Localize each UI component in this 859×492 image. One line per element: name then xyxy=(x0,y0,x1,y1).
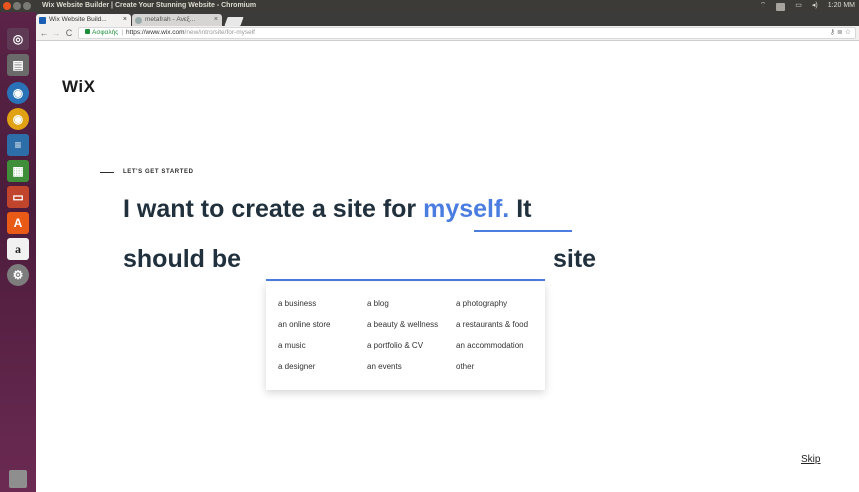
ubuntu-dash-icon[interactable]: ◎ xyxy=(7,28,29,50)
system-top-panel: Wix Website Builder | Create Your Stunni… xyxy=(0,0,859,12)
minimize-window-button[interactable] xyxy=(13,2,21,10)
option-a-photography[interactable]: a photography xyxy=(456,299,507,308)
chrome-icon[interactable]: ◉ xyxy=(7,108,29,130)
writer-icon[interactable]: ≡ xyxy=(7,134,29,156)
unity-launcher: ◎ ▤ ◉ ◉ ≡ ▦ ▭ A a ⚙ xyxy=(0,12,36,492)
tab-label: metafrah - Ανεξ... xyxy=(145,16,196,23)
headline-line-2-suffix: site xyxy=(553,245,597,273)
back-button[interactable]: ← xyxy=(39,27,49,40)
tab-metafrah[interactable]: metafrah - Ανεξ... × xyxy=(132,14,222,26)
window-controls xyxy=(3,2,31,10)
calc-icon[interactable]: ▦ xyxy=(7,160,29,182)
site-type-input[interactable] xyxy=(266,279,545,281)
tab-wix[interactable]: Wix Website Build... × xyxy=(36,14,131,26)
trash-icon[interactable] xyxy=(9,470,27,488)
google-favicon-icon xyxy=(135,17,142,24)
option-other[interactable]: other xyxy=(456,362,474,371)
site-for-underline xyxy=(474,230,572,232)
new-tab-button[interactable] xyxy=(224,17,244,26)
option-a-beauty-wellness[interactable]: a beauty & wellness xyxy=(367,320,438,329)
browser-toolbar: ← → C Ασφαλής | https://www.wix.com/new/in… xyxy=(36,26,859,41)
close-tab-icon[interactable]: × xyxy=(214,14,218,26)
eyebrow: LET'S GET STARTED xyxy=(100,169,194,175)
files-icon[interactable]: ▤ xyxy=(7,54,29,76)
volume-icon[interactable]: ◂) xyxy=(812,0,818,12)
window-title: Wix Website Builder | Create Your Stunni… xyxy=(42,2,257,9)
wifi-icon[interactable]: ⌔ xyxy=(760,0,767,12)
option-a-portfolio-cv[interactable]: a portfolio & CV xyxy=(367,341,423,350)
battery-icon[interactable]: ▭ xyxy=(795,0,802,12)
eyebrow-text: LET'S GET STARTED xyxy=(123,169,194,175)
lock-icon xyxy=(85,29,90,34)
page-content: WiX LET'S GET STARTED I want to create a… xyxy=(36,42,859,492)
reload-button[interactable]: C xyxy=(64,27,74,40)
url-separator: | xyxy=(121,29,124,36)
site-type-dropdown: a business a blog a photography an onlin… xyxy=(266,282,545,390)
skip-link[interactable]: Skip xyxy=(801,454,820,465)
bookmark-star-icon[interactable]: ⚷ ≣ ☆ xyxy=(830,28,851,38)
option-an-events[interactable]: an events xyxy=(367,362,402,371)
software-center-icon[interactable]: A xyxy=(7,212,29,234)
keyboard-icon[interactable] xyxy=(776,3,786,11)
headline-prefix: I want to create a site for xyxy=(123,195,417,223)
option-a-restaurants-food[interactable]: a restaurants & food xyxy=(456,320,528,329)
wix-favicon-icon xyxy=(39,17,46,24)
forward-button[interactable]: → xyxy=(51,27,61,40)
close-window-button[interactable] xyxy=(3,2,11,10)
browser-tabstrip: Wix Website Build... × metafrah - Ανεξ..… xyxy=(36,12,859,26)
headline: I want to create a site for myself. It xyxy=(123,194,532,224)
chromium-icon[interactable]: ◉ xyxy=(7,82,29,104)
option-an-accommodation[interactable]: an accommodation xyxy=(456,341,524,350)
address-bar[interactable]: Ασφαλής | https://www.wix.com/new/intro/si… xyxy=(78,27,856,39)
option-an-online-store[interactable]: an online store xyxy=(278,320,330,329)
url-host: https://www.wix.com xyxy=(126,29,185,36)
headline-suffix: It xyxy=(516,195,532,223)
wix-logo[interactable]: WiX xyxy=(62,77,95,97)
option-a-music[interactable]: a music xyxy=(278,341,306,350)
impress-icon[interactable]: ▭ xyxy=(7,186,29,208)
option-a-designer[interactable]: a designer xyxy=(278,362,315,371)
maximize-window-button[interactable] xyxy=(23,2,31,10)
option-a-business[interactable]: a business xyxy=(278,299,316,308)
settings-icon[interactable]: ⚙ xyxy=(7,264,29,286)
amazon-icon[interactable]: a xyxy=(7,238,29,260)
tab-label: Wix Website Build... xyxy=(49,16,107,23)
secure-label: Ασφαλής xyxy=(92,29,119,36)
site-for-selector[interactable]: myself. xyxy=(423,195,509,223)
option-a-blog[interactable]: a blog xyxy=(367,299,389,308)
clock[interactable]: 1:20 MM xyxy=(828,0,855,12)
url-path: /new/intro/site/for-myself xyxy=(184,29,255,36)
system-tray: ⌔ ▭ ◂) 1:20 MM xyxy=(760,0,855,12)
headline-line-2: should be xyxy=(123,245,242,273)
eyebrow-dash xyxy=(100,171,114,173)
close-tab-icon[interactable]: × xyxy=(123,14,127,26)
